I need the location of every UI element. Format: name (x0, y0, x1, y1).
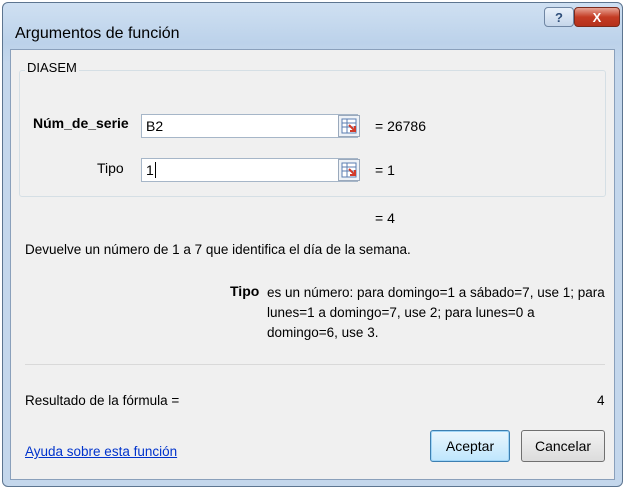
function-arguments-dialog: Argumentos de función ? X DIASEM Núm_de_… (2, 2, 623, 487)
collapse-dialog-button-tipo[interactable] (338, 159, 360, 181)
question-icon: ? (555, 9, 563, 25)
text-caret (154, 162, 156, 178)
close-button[interactable]: X (574, 7, 620, 27)
help-button[interactable]: ? (544, 7, 574, 27)
function-description: Devuelve un número de 1 a 7 que identifi… (25, 242, 411, 257)
ok-button[interactable]: Aceptar (430, 430, 510, 462)
title-bar[interactable]: Argumentos de función ? X (3, 3, 622, 49)
dialog-title: Argumentos de función (15, 25, 180, 42)
divider (25, 364, 605, 365)
tipo-result: = 1 (375, 162, 395, 178)
num-de-serie-result: = 26786 (375, 118, 426, 134)
tipo-input[interactable]: 1 (141, 158, 358, 182)
tipo-value: 1 (146, 162, 154, 178)
formula-result-value: 4 (597, 393, 605, 408)
close-icon: X (592, 9, 602, 25)
arg-label-num-de-serie: Núm_de_serie (33, 115, 129, 131)
param-description: es un número: para domingo=1 a sábado=7,… (267, 285, 605, 340)
arg-label-tipo: Tipo (97, 160, 124, 176)
formula-result-label: Resultado de la fórmula = (25, 393, 180, 408)
function-result: = 4 (375, 210, 395, 226)
dialog-body: DIASEM Núm_de_serie B2 = 26786 Tipo 1 = … (10, 49, 615, 480)
range-select-icon (341, 162, 357, 178)
num-de-serie-input[interactable]: B2 (141, 114, 358, 138)
num-de-serie-value: B2 (146, 118, 164, 134)
function-name-label: DIASEM (25, 60, 79, 75)
collapse-dialog-button-num-de-serie[interactable] (338, 115, 360, 137)
help-on-function-link[interactable]: Ayuda sobre esta función (25, 444, 177, 459)
cancel-button[interactable]: Cancelar (521, 430, 605, 462)
range-select-icon (341, 118, 357, 134)
param-name: Tipo (230, 283, 260, 299)
